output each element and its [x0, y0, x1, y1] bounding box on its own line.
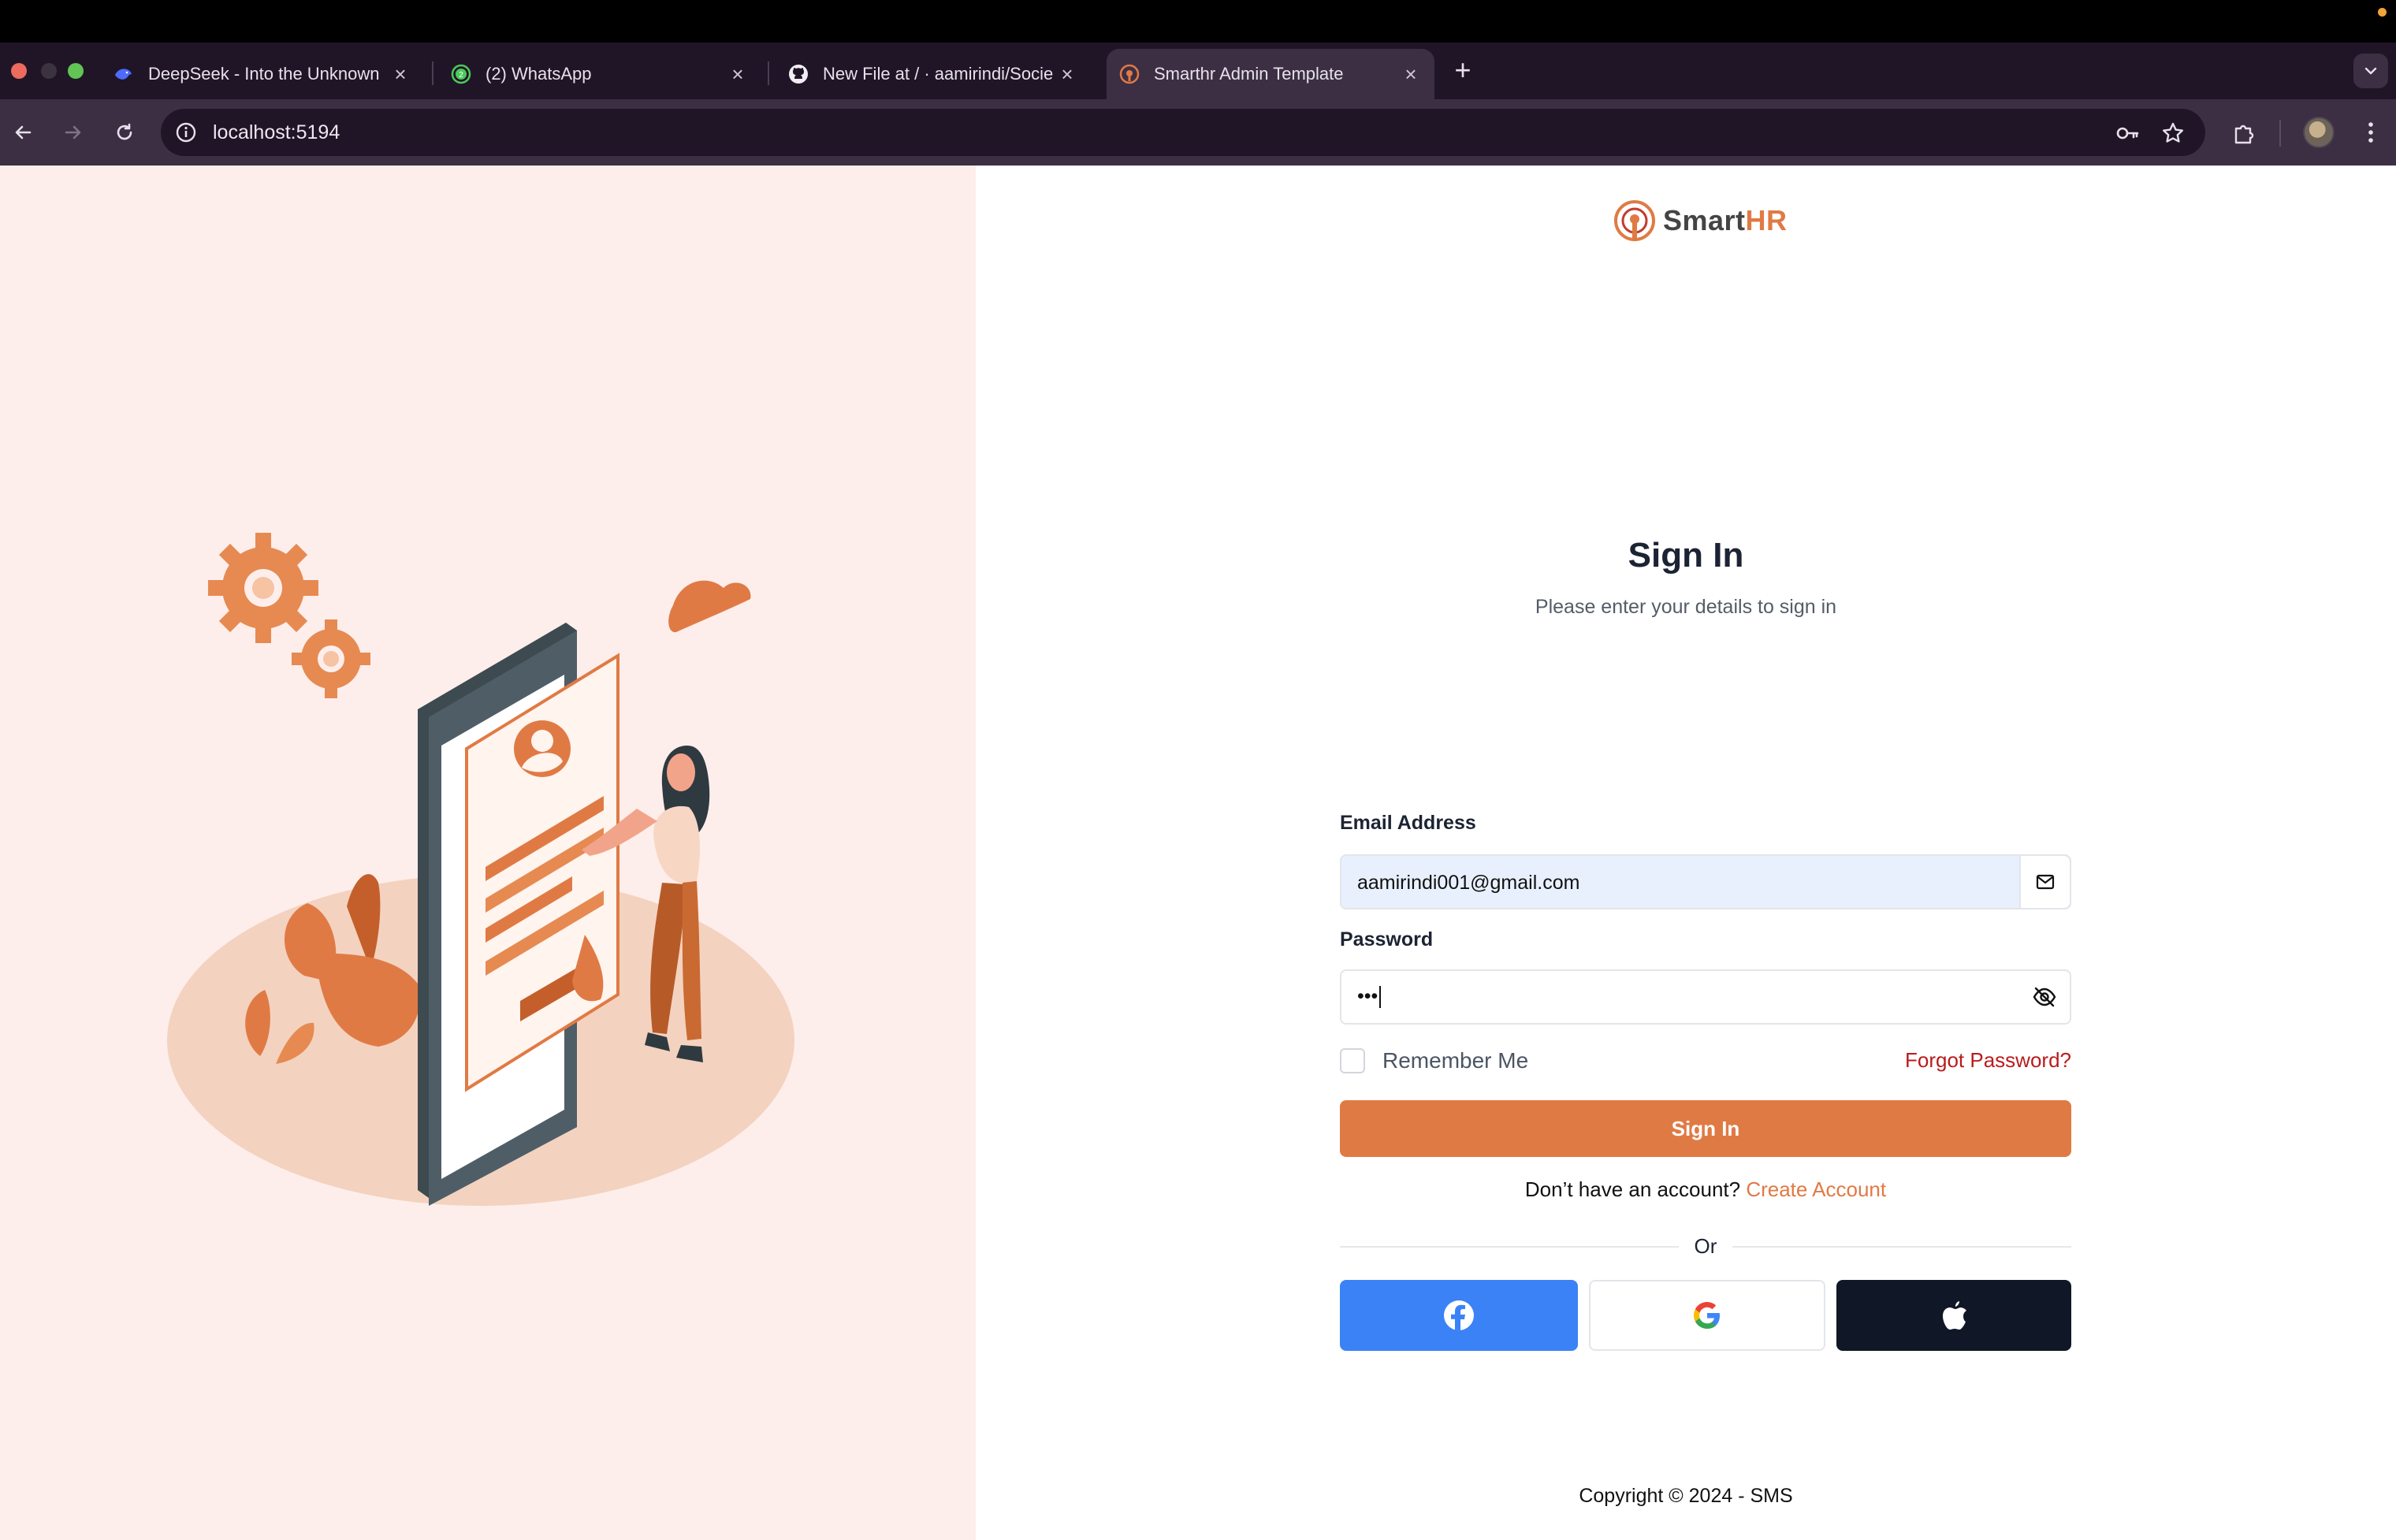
google-login-button[interactable] — [1589, 1280, 1825, 1351]
email-field[interactable]: aamirindi001@gmail.com — [1340, 854, 2071, 909]
window-zoom-button[interactable] — [68, 63, 84, 79]
apple-icon — [1943, 1301, 1966, 1330]
remember-me-label: Remember Me — [1382, 1048, 1529, 1073]
toolbar-divider — [2279, 120, 2281, 147]
create-account-link[interactable]: Create Account — [1746, 1177, 1886, 1201]
tab-close-icon[interactable]: × — [1400, 62, 1422, 86]
gear-icon — [208, 533, 318, 643]
chevron-down-icon — [2364, 67, 2377, 75]
facebook-icon — [1444, 1300, 1474, 1330]
facebook-login-button[interactable] — [1340, 1280, 1578, 1351]
text-cursor — [1379, 986, 1382, 1009]
deepseek-whale-icon — [113, 64, 134, 84]
reload-icon — [117, 123, 132, 140]
tab-search-button[interactable] — [2353, 54, 2388, 88]
back-button[interactable] — [6, 115, 41, 150]
profile-avatar[interactable] — [2303, 117, 2335, 148]
browser-tab-strip: DeepSeek - Into the Unknown × 2 (2) What… — [0, 43, 2396, 99]
email-label: Email Address — [1340, 812, 1476, 834]
browser-tab-smarthr[interactable]: Smarthr Admin Template × — [1107, 49, 1434, 99]
password-value: ••• — [1357, 985, 1378, 1007]
tab-close-icon[interactable]: × — [727, 62, 749, 86]
email-value: aamirindi001@gmail.com — [1357, 872, 1580, 894]
arrow-left-icon — [15, 125, 32, 139]
eye-off-icon[interactable] — [2019, 971, 2070, 1023]
kebab-menu-icon[interactable] — [2355, 117, 2387, 148]
illustration-panel — [0, 166, 976, 1540]
no-account-text: Don’t have an account? — [1524, 1177, 1741, 1201]
github-icon — [788, 64, 809, 84]
os-top-bar — [0, 0, 2396, 43]
login-illustration — [167, 533, 794, 1206]
signin-button[interactable]: Sign In — [1340, 1100, 2071, 1157]
password-label: Password — [1340, 928, 1434, 950]
gear-icon — [292, 619, 370, 698]
extensions-puzzle-icon[interactable] — [2229, 117, 2260, 148]
window-close-button[interactable] — [11, 63, 27, 79]
signin-panel: SmartHR Sign In Please enter your detail… — [976, 166, 2396, 1540]
tab-close-icon[interactable]: × — [1056, 62, 1078, 86]
browser-tab-github[interactable]: New File at / · aamirindi/Socie × — [776, 49, 1091, 99]
url-text: localhost:5194 — [213, 121, 340, 143]
tab-title: New File at / · aamirindi/Socie — [823, 64, 1054, 84]
browser-tab-whatsapp[interactable]: 2 (2) WhatsApp × — [438, 49, 761, 99]
remember-me[interactable]: Remember Me — [1340, 1048, 1528, 1073]
whatsapp-icon: 2 — [451, 64, 471, 84]
page-viewport: SmartHR Sign In Please enter your detail… — [0, 166, 2396, 1540]
mail-icon — [2019, 856, 2070, 908]
password-value-wrap: ••• — [1357, 985, 1382, 1009]
site-info-icon[interactable] — [173, 120, 199, 145]
browser-tab-deepseek[interactable]: DeepSeek - Into the Unknown × — [101, 49, 424, 99]
recording-indicator-icon — [2378, 8, 2387, 17]
password-key-icon[interactable] — [2114, 120, 2141, 147]
svg-text:2: 2 — [459, 71, 463, 80]
tab-title: (2) WhatsApp — [486, 64, 592, 84]
or-label: Or — [1694, 1234, 1717, 1258]
tab-title: DeepSeek - Into the Unknown — [148, 64, 380, 84]
cloud-icon — [668, 580, 751, 633]
forgot-password-link[interactable]: Forgot Password? — [1905, 1048, 2071, 1073]
or-divider: Or — [1340, 1231, 2071, 1263]
new-tab-button[interactable]: + — [1449, 56, 1477, 85]
bookmark-star-icon[interactable] — [2160, 120, 2186, 147]
smarthr-logo-icon — [1614, 200, 1655, 241]
tab-separator — [768, 61, 769, 85]
apple-login-button[interactable] — [1836, 1280, 2071, 1351]
tab-close-icon[interactable]: × — [389, 62, 411, 86]
password-field[interactable]: ••• — [1340, 969, 2071, 1025]
create-account-prompt: Don’t have an account? Create Account — [1340, 1177, 2071, 1202]
brand-name: SmartHR — [1663, 204, 1788, 236]
remember-me-checkbox[interactable] — [1340, 1048, 1365, 1073]
forward-button[interactable] — [55, 115, 90, 150]
browser-toolbar: localhost:5194 — [0, 99, 2396, 166]
tab-title: Smarthr Admin Template — [1154, 64, 1344, 84]
address-bar[interactable]: localhost:5194 — [161, 109, 2205, 156]
google-icon — [1694, 1302, 1720, 1329]
smarthr-logo-icon — [1119, 64, 1140, 84]
brand-logo[interactable]: SmartHR — [1613, 197, 1788, 244]
reload-button[interactable] — [107, 115, 142, 150]
window-minimize-button[interactable] — [41, 63, 57, 79]
page-title: Sign In — [1628, 536, 1744, 575]
copyright-text: Copyright © 2024 - SMS — [1579, 1485, 1793, 1507]
page-subtitle: Please enter your details to sign in — [1535, 596, 1837, 618]
tab-separator — [432, 61, 433, 85]
arrow-right-icon — [65, 125, 81, 139]
